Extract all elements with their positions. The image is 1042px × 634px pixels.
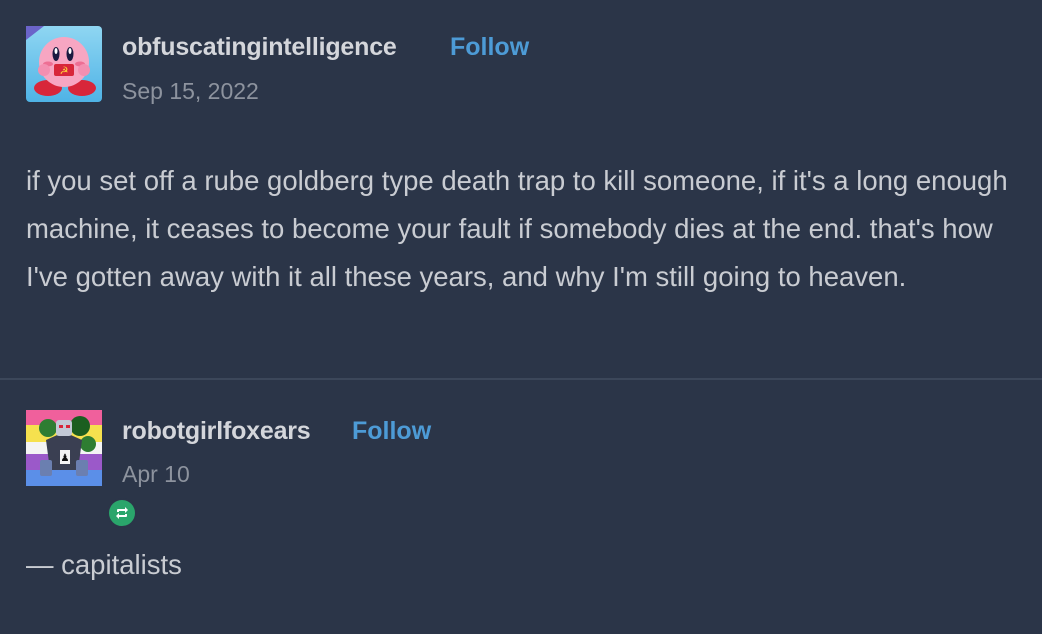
post-original: ☭ obfuscatingintelligence Follow Sep 15,… [0, 0, 1042, 378]
post-body-text: if you set off a rube goldberg type deat… [26, 165, 1008, 292]
post-body-text: — capitalists [26, 549, 182, 580]
post-reblog: ♟ robotgirlfoxears Follow Apr 10 — capit… [0, 380, 1042, 634]
post-username[interactable]: obfuscatingintelligence [122, 33, 397, 62]
robot-avatar-image: ♟ [26, 410, 102, 486]
svg-text:♟: ♟ [61, 453, 70, 464]
follow-button[interactable]: Follow [352, 417, 431, 446]
reblog-icon [107, 498, 137, 528]
post-username[interactable]: robotgirlfoxears [122, 417, 311, 446]
kirby-avatar-image: ☭ [26, 26, 102, 102]
svg-text:☭: ☭ [60, 66, 69, 77]
follow-button[interactable]: Follow [450, 33, 529, 62]
avatar-obfuscatingintelligence[interactable]: ☭ [26, 26, 102, 102]
post-date[interactable]: Sep 15, 2022 [122, 78, 259, 105]
avatar-robotgirlfoxears[interactable]: ♟ [26, 410, 137, 528]
post-date[interactable]: Apr 10 [122, 461, 190, 488]
